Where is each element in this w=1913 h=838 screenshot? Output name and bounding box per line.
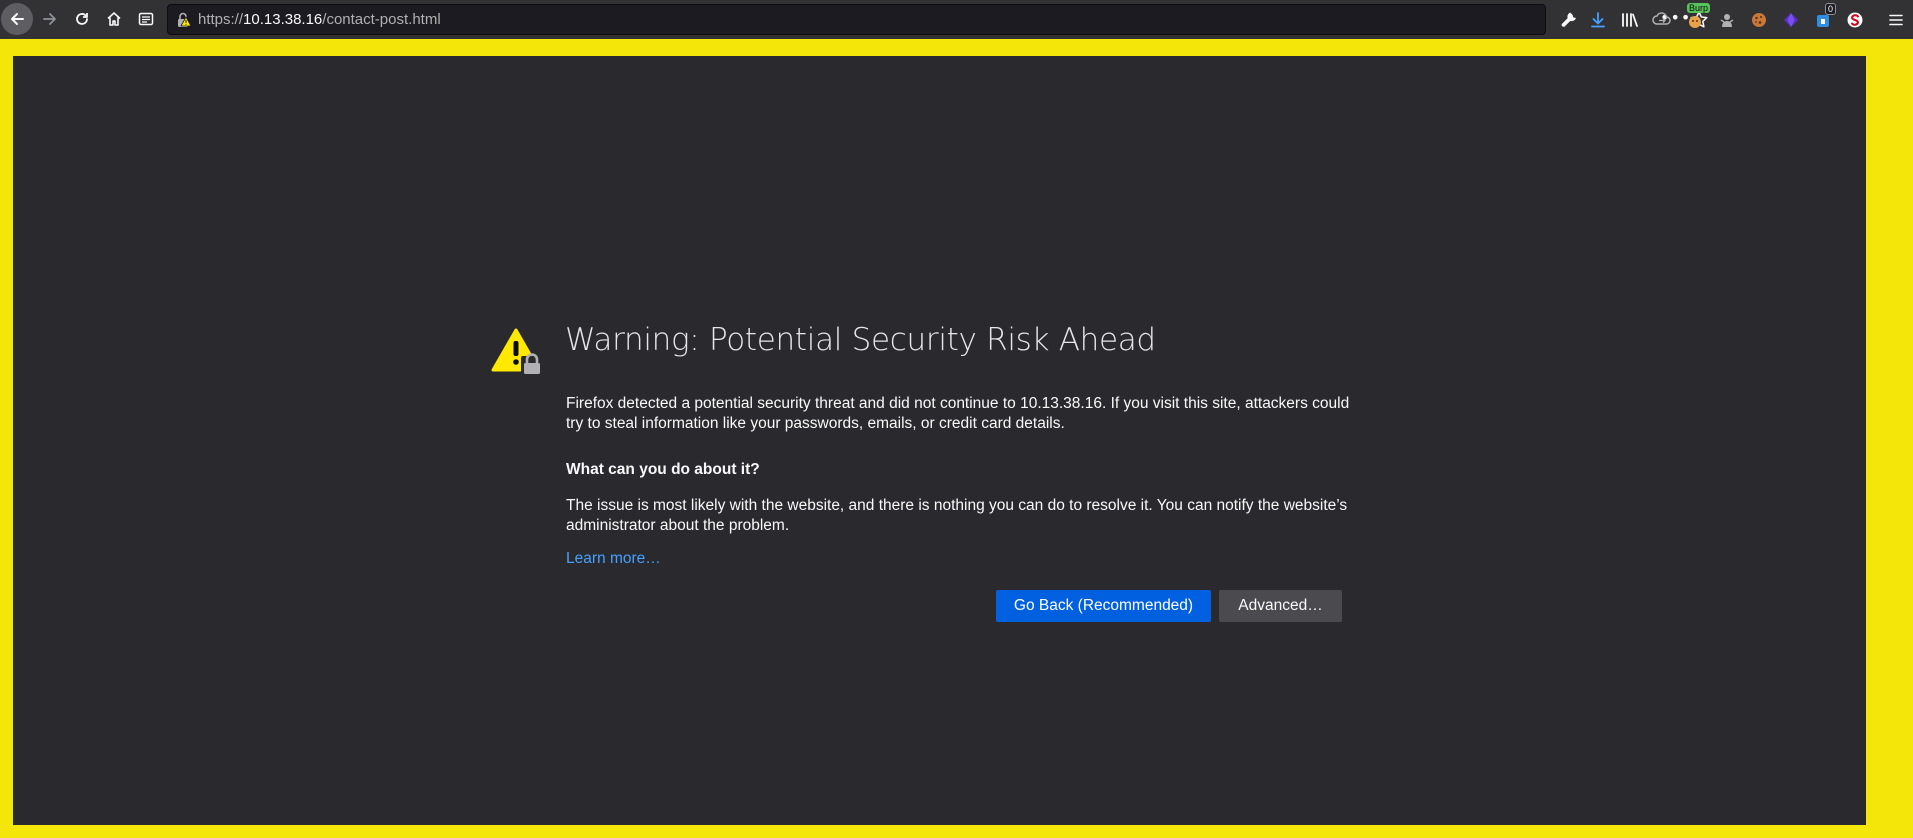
url-text[interactable]: https://10.13.38.16/contact-post.html [198, 11, 441, 28]
selenium-icon [1847, 12, 1863, 28]
back-arrow-icon [11, 13, 24, 25]
url-bar[interactable]: https://10.13.38.16/contact-post.html ••… [167, 4, 1708, 35]
error-page [13, 56, 1866, 825]
gem-extension-button[interactable] [1779, 8, 1803, 32]
library-button[interactable] [1618, 8, 1642, 32]
cookie-extension-button[interactable] [1747, 8, 1771, 32]
addon-button[interactable]: 0 [1811, 3, 1837, 32]
reload-icon [76, 13, 88, 25]
forward-button[interactable] [34, 3, 66, 35]
reload-button[interactable] [66, 3, 98, 35]
library-icon [1622, 13, 1638, 27]
url-path: /contact-post.html [322, 11, 441, 28]
security-warning-icon [491, 328, 544, 376]
burp-extension-icon [1689, 16, 1701, 28]
reader-view-icon [138, 12, 154, 26]
what-can-you-do-heading: What can you do about it? [566, 461, 760, 478]
burp-extension-button[interactable]: Burp [1683, 3, 1711, 32]
selenium-extension-button[interactable] [1843, 8, 1867, 32]
cookie-extension-icon [1752, 13, 1766, 27]
reader-view-button[interactable] [130, 3, 162, 35]
threat-description: Firefox detected a potential security th… [566, 395, 1350, 432]
sync-button[interactable] [1650, 8, 1674, 32]
warning-lock-icon[interactable] [175, 11, 193, 29]
home-icon [107, 12, 121, 26]
url-scheme: https:// [198, 11, 244, 28]
advanced-button[interactable]: Advanced… [1219, 590, 1342, 622]
page-title: Warning: Potential Security Risk Ahead [565, 322, 1156, 358]
puppet-extension-icon [1720, 14, 1734, 27]
forward-arrow-icon [43, 13, 56, 25]
developer-tools-button[interactable] [1556, 8, 1580, 32]
burp-badge: Burp [1687, 3, 1711, 13]
gem-extension-icon [1784, 13, 1798, 27]
url-host: 10.13.38.16 [243, 11, 323, 28]
addon-count-badge: 0 [1825, 3, 1837, 15]
main-menu-button[interactable] [1884, 8, 1908, 32]
downloads-button[interactable] [1586, 8, 1610, 32]
puppet-extension-button[interactable] [1715, 8, 1739, 32]
back-button[interactable] [1, 3, 33, 35]
hamburger-menu-icon [1889, 14, 1903, 26]
issue-explanation: The issue is most likely with the websit… [566, 497, 1348, 534]
wrench-icon [1561, 12, 1576, 27]
download-icon [1591, 12, 1605, 28]
browser-toolbar: https://10.13.38.16/contact-post.html ••… [0, 0, 1913, 39]
learn-more-link[interactable]: Learn more… [566, 550, 661, 568]
go-back-button[interactable]: Go Back (Recommended) [996, 590, 1211, 622]
sync-icon [1652, 12, 1671, 25]
home-button[interactable] [98, 3, 130, 35]
